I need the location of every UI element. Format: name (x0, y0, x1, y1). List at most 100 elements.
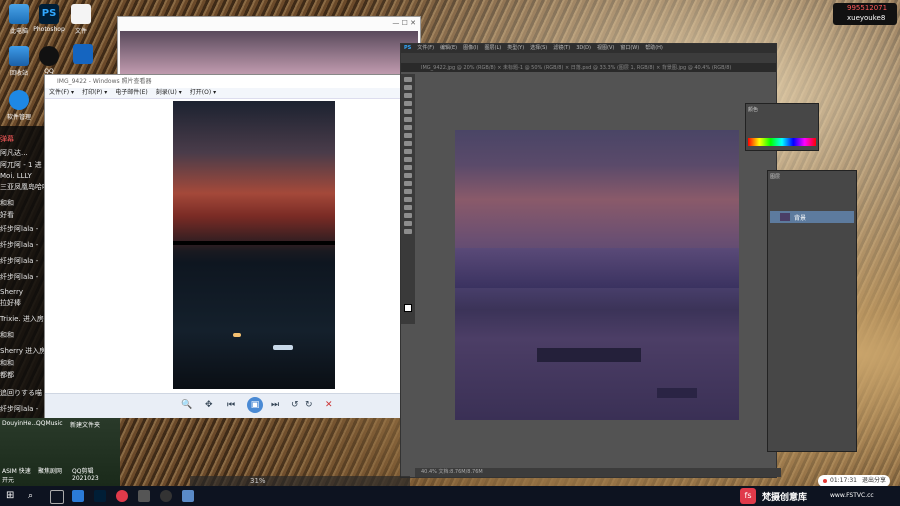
file-desktop-icon[interactable]: 文件 (64, 4, 98, 35)
chat-line: 和和 (0, 199, 14, 207)
chat-line: 纤步阿lala - (0, 273, 39, 281)
previous-icon[interactable]: ⏮ (227, 400, 235, 410)
chat-line: 纤步阿lala - (0, 241, 39, 249)
ps-toolbox[interactable] (401, 74, 415, 324)
hand-tool-icon[interactable] (404, 221, 412, 226)
ps-menu-help[interactable]: 帮助(H) (645, 44, 663, 53)
lasso-tool-icon[interactable] (404, 93, 412, 98)
color-spectrum[interactable] (748, 138, 816, 146)
gradient-tool-icon[interactable] (404, 165, 412, 170)
chat-line: 纤步阿lala - (0, 405, 39, 413)
boat (537, 348, 641, 362)
background-window[interactable]: — ☐ ✕ (117, 16, 421, 78)
foreground-color-swatch[interactable] (404, 304, 412, 312)
quick-select-tool-icon[interactable] (404, 101, 412, 106)
chat-line: 三亚凤凰岛哈哈 (0, 183, 46, 191)
layers-panel[interactable]: 图层 背景 (767, 170, 857, 452)
pen-tool-icon[interactable] (404, 189, 412, 194)
security-shield-icon[interactable] (66, 44, 100, 66)
ps-menu-select[interactable]: 选择(S) (530, 44, 547, 53)
window-controls[interactable]: — ☐ ✕ (392, 19, 416, 27)
ps-document-tabs[interactable]: IMG_9422.jpg @ 20% (RGB/8) × 未标题-1 @ 50%… (401, 64, 776, 72)
shape-tool-icon[interactable] (404, 213, 412, 218)
healing-tool-icon[interactable] (404, 125, 412, 130)
record-dot-icon (823, 479, 827, 483)
dodge-tool-icon[interactable] (404, 181, 412, 186)
ps-options-bar[interactable] (401, 53, 776, 64)
menu-print[interactable]: 打印(P) ▾ (82, 88, 107, 98)
ps-status-bar: 40.4% 文档:8.76M/8.76M (415, 468, 781, 477)
ps-menu-layer[interactable]: 图层(L) (485, 44, 502, 53)
desktop-icon-label[interactable]: 新建文件夹 (70, 420, 120, 429)
software-manager-icon[interactable]: 软件管理 (2, 90, 36, 121)
chat-line: Sherry (0, 288, 23, 296)
type-tool-icon[interactable] (404, 197, 412, 202)
actual-size-icon[interactable]: ✥ (205, 400, 213, 410)
photoshop-desktop-icon[interactable]: PS Photoshop (32, 4, 66, 33)
stamp-tool-icon[interactable] (404, 141, 412, 146)
layer-row[interactable]: 背景 (770, 211, 854, 223)
desktop-icon-label[interactable]: QQ剪辑 2021023 (72, 466, 118, 482)
chat-line: 拉好棒 (0, 299, 21, 307)
ps-menu-3d[interactable]: 3D(D) (576, 44, 591, 53)
ps-menu-type[interactable]: 类型(Y) (507, 44, 524, 53)
marquee-tool-icon[interactable] (404, 85, 412, 90)
stream-chat-panel: 弹幕 阿凡达... 阿兀阿 - 1 进 Moi. LLLY 三亚凤凰岛哈哈 和和… (0, 126, 46, 426)
menu-email[interactable]: 电子邮件(E) (115, 88, 147, 98)
photoshop-window[interactable]: PS 文件(F) 编辑(E) 图像(I) 图层(L) 类型(Y) 选择(S) 滤… (400, 43, 857, 478)
brush-tool-icon[interactable] (404, 133, 412, 138)
next-icon[interactable]: ⏭ (271, 400, 279, 410)
eraser-tool-icon[interactable] (404, 157, 412, 162)
app-taskbar-icon-2[interactable] (138, 490, 150, 502)
desktop-icon-label[interactable]: ASIM 快速 开元 (2, 466, 36, 484)
ps-menu-file[interactable]: 文件(F) (417, 44, 434, 53)
blur-tool-icon[interactable] (404, 173, 412, 178)
streamer-user: xueyouke8 (847, 14, 886, 22)
photo-viewer-window[interactable]: IMG_9422 - Windows 照片查看器 文件(F) ▾ 打印(P) ▾… (44, 74, 402, 418)
rotate-right-icon[interactable]: ↻ (305, 400, 313, 410)
chat-line: 和和 (0, 359, 14, 367)
photo-viewer-taskbar-icon[interactable] (182, 490, 194, 502)
ps-menu-window[interactable]: 窗口(W) (620, 44, 639, 53)
move-tool-icon[interactable] (404, 77, 412, 82)
menu-open[interactable]: 打开(O) ▾ (190, 88, 216, 98)
qq-icon[interactable]: QQ (32, 46, 66, 75)
app-taskbar-icon[interactable] (116, 490, 128, 502)
ps-canvas-artwork[interactable] (455, 130, 739, 420)
ps-menu-image[interactable]: 图像(I) (463, 44, 478, 53)
chat-line: 好看 (0, 211, 14, 219)
chat-line: Trixie. 进入房 (0, 315, 44, 323)
app-taskbar-icon-3[interactable] (160, 490, 172, 502)
ps-menubar: PS 文件(F) 编辑(E) 图像(I) 图层(L) 类型(Y) 选择(S) 滤… (401, 44, 776, 53)
ps-menu-edit[interactable]: 编辑(E) (440, 44, 457, 53)
chat-line: 阿兀阿 - 1 进 (0, 161, 42, 169)
eyedropper-tool-icon[interactable] (404, 117, 412, 122)
path-select-icon[interactable] (404, 205, 412, 210)
menu-file[interactable]: 文件(F) ▾ (49, 88, 74, 98)
ps-logo: PS (404, 45, 412, 51)
chat-line: 追回りする喵 - (0, 389, 46, 397)
desktop-icon-label[interactable]: 聚焦剧网 (38, 466, 72, 475)
task-view-icon[interactable] (50, 490, 64, 504)
viewer-toolbar: 🔍 ✥ ⏮ ▣ ⏭ ↺ ↻ ✕ (45, 393, 401, 418)
chat-line: Sherry 进入房 (0, 347, 46, 355)
start-icon[interactable]: ⊞ (6, 490, 18, 502)
ps-menu-filter[interactable]: 滤镜(T) (553, 44, 570, 53)
delete-icon[interactable]: ✕ (325, 400, 333, 410)
zoom-icon[interactable]: 🔍 (181, 400, 192, 410)
color-panel[interactable]: 颜色 (745, 103, 819, 151)
crop-tool-icon[interactable] (404, 109, 412, 114)
ps-menu-view[interactable]: 视图(V) (597, 44, 614, 53)
search-icon[interactable]: ⌕ (28, 490, 40, 502)
recycle-bin-icon[interactable]: 回收站 (2, 46, 36, 77)
rotate-left-icon[interactable]: ↺ (291, 400, 299, 410)
history-brush-icon[interactable] (404, 149, 412, 154)
explorer-icon[interactable] (72, 490, 84, 502)
photoshop-taskbar-icon[interactable] (94, 490, 106, 502)
slideshow-button[interactable]: ▣ (247, 397, 263, 413)
zoom-tool-icon[interactable] (404, 229, 412, 234)
menu-burn[interactable]: 刻录(U) ▾ (156, 88, 182, 98)
this-pc-icon[interactable]: 此电脑 (2, 4, 36, 35)
chat-line: 都都 (0, 371, 14, 379)
chat-line: 纤步阿lala - (0, 225, 39, 233)
